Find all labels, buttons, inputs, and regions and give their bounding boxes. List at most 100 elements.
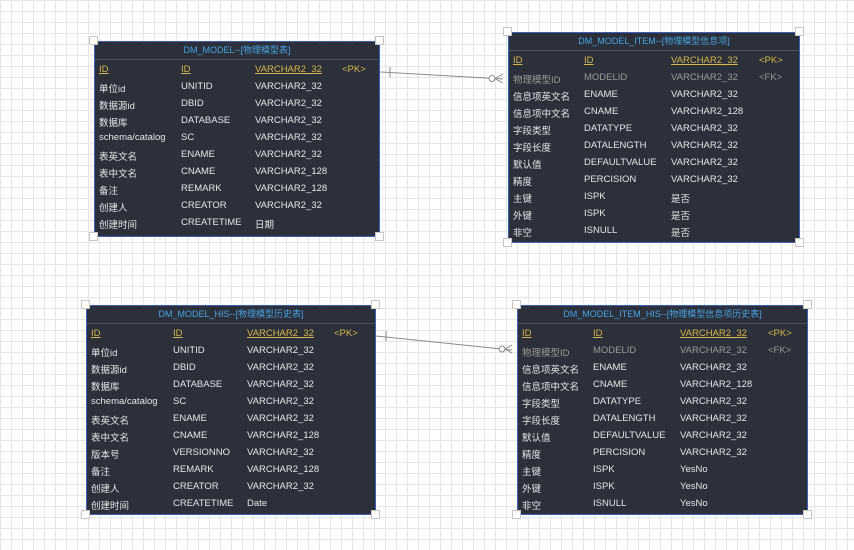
attribute-row[interactable]: 数据源id DBID VARCHAR2_32 bbox=[95, 94, 379, 112]
resize-handle[interactable] bbox=[89, 36, 98, 45]
field-type: 日期 bbox=[255, 220, 275, 231]
attribute-row[interactable]: schema/catalog SC VARCHAR2_32 bbox=[95, 128, 379, 145]
field-code: UNITID bbox=[173, 345, 205, 356]
attribute-row[interactable]: 默认值 DEFAULTVALUE VARCHAR2_32 bbox=[518, 426, 807, 444]
attribute-row[interactable]: 信息项英文名 ENAME VARCHAR2_32 bbox=[509, 85, 799, 103]
entity-dm-model-his[interactable]: DM_MODEL_HIS--[物理模型历史表] ID ID VARCHAR2_32 <… bbox=[86, 305, 376, 515]
field-code: REMARK bbox=[173, 464, 214, 475]
attribute-row[interactable]: 字段类型 DATATYPE VARCHAR2_32 bbox=[518, 392, 807, 410]
resize-handle[interactable] bbox=[371, 510, 380, 519]
resize-handle[interactable] bbox=[512, 510, 521, 519]
resize-handle[interactable] bbox=[803, 510, 812, 519]
resize-handle[interactable] bbox=[512, 300, 521, 309]
attribute-row[interactable]: 单位id UNITID VARCHAR2_32 bbox=[95, 77, 379, 95]
resize-handle[interactable] bbox=[81, 510, 90, 519]
attribute-row[interactable]: 表中文名 CNAME VARCHAR2_128 bbox=[95, 162, 379, 180]
attribute-row[interactable]: 备注 REMARK VARCHAR2_128 bbox=[87, 460, 375, 478]
relationship-his-to-item-his[interactable] bbox=[375, 331, 513, 354]
attribute-row[interactable]: 字段长度 DATALENGTH VARCHAR2_32 bbox=[509, 136, 799, 154]
attribute-row[interactable]: 字段长度 DATALENGTH VARCHAR2_32 bbox=[518, 409, 807, 427]
attribute-row[interactable]: 外键 ISPK 是否 bbox=[509, 204, 799, 222]
resize-handle[interactable] bbox=[81, 300, 90, 309]
attribute-row[interactable]: 表英文名 ENAME VARCHAR2_32 bbox=[87, 409, 375, 427]
field-type: VARCHAR2_32 bbox=[680, 413, 747, 424]
attribute-row[interactable]: 数据源id DBID VARCHAR2_32 bbox=[87, 358, 375, 376]
attribute-row[interactable]: 备注 REMARK VARCHAR2_128 bbox=[95, 179, 379, 197]
field-label: 字段长度 bbox=[513, 143, 552, 154]
field-code: CNAME bbox=[584, 106, 619, 117]
field-label: 信息项中文名 bbox=[522, 382, 580, 393]
attribute-row[interactable]: 精度 PERCISION VARCHAR2_32 bbox=[518, 443, 807, 461]
field-label: 外键 bbox=[522, 484, 542, 495]
attribute-row[interactable]: 非空 ISNULL YesNo bbox=[518, 494, 807, 512]
field-label: 创建时间 bbox=[91, 501, 130, 512]
entity-dm-model[interactable]: DM_MODEL--[物理模型表] ID ID VARCHAR2_32 <PK> 单位i… bbox=[94, 41, 380, 237]
attribute-row[interactable]: 单位id UNITID VARCHAR2_32 bbox=[87, 341, 375, 359]
field-label: 数据源id bbox=[91, 365, 127, 376]
field-type: VARCHAR2_128 bbox=[671, 106, 744, 117]
field-code: CREATOR bbox=[181, 200, 227, 211]
primary-key-row[interactable]: ID ID VARCHAR2_32 <PK> bbox=[518, 324, 807, 341]
resize-handle[interactable] bbox=[803, 300, 812, 309]
field-code: ID bbox=[173, 328, 183, 339]
attribute-row[interactable]: 创建人 CREATOR VARCHAR2_32 bbox=[87, 477, 375, 495]
attribute-row[interactable]: 表英文名 ENAME VARCHAR2_32 bbox=[95, 145, 379, 163]
field-label: 数据源id bbox=[99, 101, 135, 112]
attribute-row[interactable]: 信息项英文名 ENAME VARCHAR2_32 bbox=[518, 358, 807, 376]
attribute-row[interactable]: 数据库 DATABASE VARCHAR2_32 bbox=[95, 111, 379, 129]
field-code: ISNULL bbox=[584, 225, 618, 236]
entity-dm-model-item-his[interactable]: DM_MODEL_ITEM_HIS--[物理模型信息项历史表] ID ID VARC… bbox=[517, 305, 808, 515]
attribute-row[interactable]: schema/catalog SC VARCHAR2_32 bbox=[87, 392, 375, 409]
relationship-model-to-item[interactable] bbox=[379, 67, 504, 84]
resize-handle[interactable] bbox=[503, 27, 512, 36]
resize-handle[interactable] bbox=[375, 232, 384, 241]
foreign-key-row[interactable]: 物理模型ID MODELID VARCHAR2_32 <FK> bbox=[518, 341, 807, 359]
field-code: CREATETIME bbox=[173, 498, 234, 509]
field-type: VARCHAR2_32 bbox=[680, 430, 747, 441]
resize-handle[interactable] bbox=[795, 238, 804, 247]
attribute-row[interactable]: 主键 ISPK YesNo bbox=[518, 460, 807, 478]
field-type: VARCHAR2_32 bbox=[671, 89, 738, 100]
field-code: ENAME bbox=[181, 149, 215, 160]
field-code: UNITID bbox=[181, 81, 213, 92]
primary-key-row[interactable]: ID ID VARCHAR2_32 <PK> bbox=[95, 60, 379, 77]
attribute-row[interactable]: 数据库 DATABASE VARCHAR2_32 bbox=[87, 375, 375, 393]
attribute-row[interactable]: 信息项中文名 CNAME VARCHAR2_128 bbox=[518, 375, 807, 393]
field-code: CNAME bbox=[181, 166, 216, 177]
foreign-key-row[interactable]: 物理模型ID MODELID VARCHAR2_32 <FK> bbox=[509, 68, 799, 86]
field-label: 创建时间 bbox=[99, 220, 138, 231]
attribute-row[interactable]: 外键 ISPK YesNo bbox=[518, 477, 807, 495]
attribute-row[interactable]: 字段类型 DATATYPE VARCHAR2_32 bbox=[509, 119, 799, 137]
attribute-row[interactable]: 精度 PERCISION VARCHAR2_32 bbox=[509, 170, 799, 188]
field-type: VARCHAR2_32 bbox=[255, 64, 322, 75]
field-type: VARCHAR2_32 bbox=[671, 174, 738, 185]
field-code: ID bbox=[584, 55, 594, 66]
field-label: 单位id bbox=[91, 348, 118, 359]
resize-handle[interactable] bbox=[795, 27, 804, 36]
field-code: ISPK bbox=[584, 191, 606, 202]
attribute-row[interactable]: 版本号 VERSIONNO VARCHAR2_32 bbox=[87, 443, 375, 461]
field-label: 表英文名 bbox=[99, 152, 138, 163]
field-code: ISPK bbox=[593, 464, 615, 475]
attribute-row[interactable]: 创建时间 CREATETIME 日期 bbox=[95, 213, 379, 231]
entity-rows: ID ID VARCHAR2_32 <PK> 单位id UNITID VARCHAR2_32… bbox=[95, 60, 379, 231]
resize-handle[interactable] bbox=[371, 300, 380, 309]
primary-key-row[interactable]: ID ID VARCHAR2_32 <PK> bbox=[87, 324, 375, 341]
resize-handle[interactable] bbox=[89, 232, 98, 241]
field-type: VARCHAR2_128 bbox=[247, 464, 320, 475]
entity-dm-model-item[interactable]: DM_MODEL_ITEM--[物理模型信息项] ID ID VARCHAR2_32… bbox=[508, 32, 800, 243]
attribute-row[interactable]: 信息项中文名 CNAME VARCHAR2_128 bbox=[509, 102, 799, 120]
attribute-row[interactable]: 表中文名 CNAME VARCHAR2_128 bbox=[87, 426, 375, 444]
resize-handle[interactable] bbox=[503, 238, 512, 247]
field-code: ISNULL bbox=[593, 498, 627, 509]
field-code: CNAME bbox=[173, 430, 208, 441]
resize-handle[interactable] bbox=[375, 36, 384, 45]
attribute-row[interactable]: 创建人 CREATOR VARCHAR2_32 bbox=[95, 196, 379, 214]
attribute-row[interactable]: 默认值 DEFAULTVALUE VARCHAR2_32 bbox=[509, 153, 799, 171]
attribute-row[interactable]: 创建时间 CREATETIME Date bbox=[87, 494, 375, 512]
field-type: VARCHAR2_128 bbox=[255, 166, 328, 177]
primary-key-row[interactable]: ID ID VARCHAR2_32 <PK> bbox=[509, 51, 799, 68]
attribute-row[interactable]: 非空 ISNULL 是否 bbox=[509, 221, 799, 239]
entity-rows: ID ID VARCHAR2_32 <PK> 物理模型ID MODELID VARCHAR2… bbox=[518, 324, 807, 512]
attribute-row[interactable]: 主键 ISPK 是否 bbox=[509, 187, 799, 205]
